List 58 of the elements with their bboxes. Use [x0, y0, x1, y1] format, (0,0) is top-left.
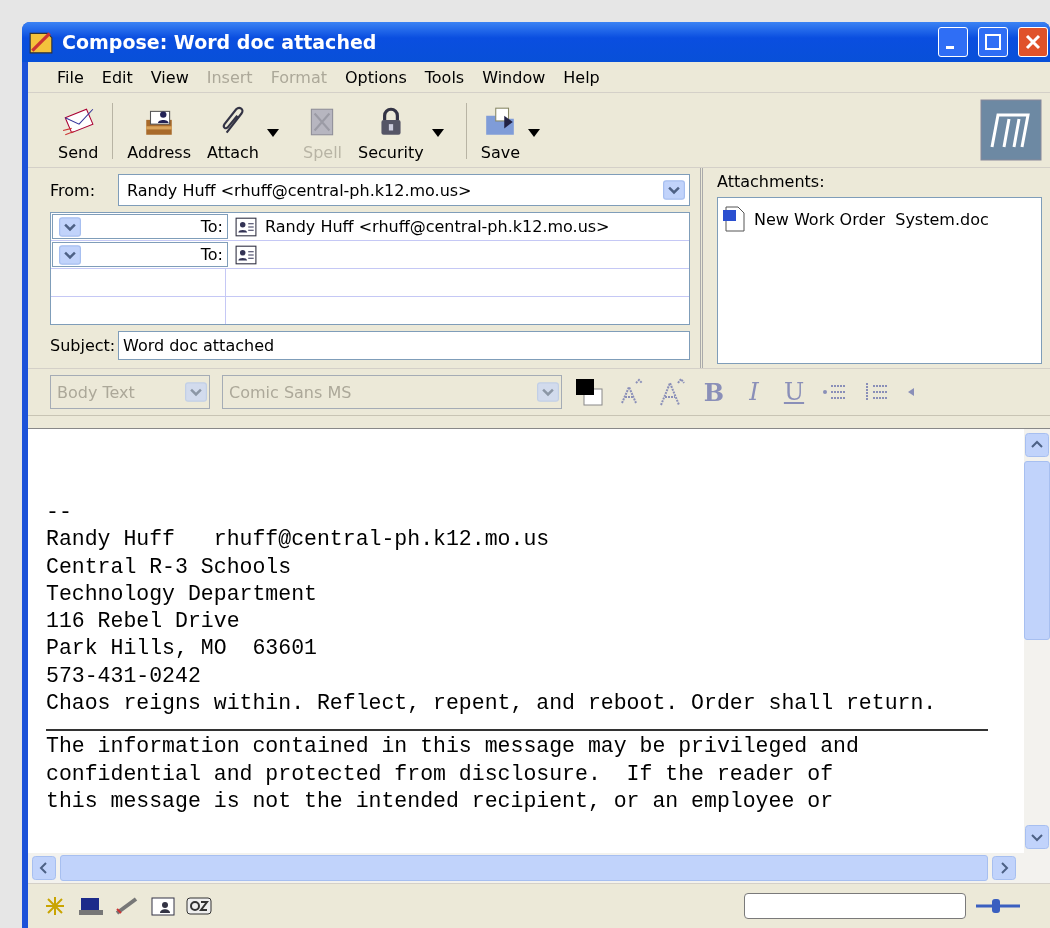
- signature-line: Central R-3 Schools: [46, 553, 293, 581]
- from-label: From:: [50, 180, 97, 200]
- menu-item[interactable]: Window: [475, 65, 553, 89]
- window-title: Compose: Word doc attached: [62, 31, 378, 53]
- scroll-up-button[interactable]: [1025, 433, 1049, 457]
- recipient-type-dropdown[interactable]: To:: [52, 242, 228, 267]
- scroll-left-button[interactable]: [32, 856, 56, 880]
- disclaimer-line: this message is not the intended recipient, or an employee or: [46, 787, 835, 815]
- disclaimer-line: confidential and protected from disclosure. If the reader of: [46, 760, 835, 788]
- signature-line: Technology Department: [46, 580, 318, 608]
- attachments-label: Attachments:: [717, 172, 826, 191]
- scrollbar-thumb[interactable]: [60, 855, 988, 881]
- signature-line: Randy Huff rhuff@central-ph.k12.mo.us: [46, 526, 551, 554]
- chevron-icon[interactable]: [59, 243, 81, 266]
- attachment-name[interactable]: New Work Order System.doc: [754, 209, 989, 229]
- scroll-down-button[interactable]: [1025, 825, 1049, 849]
- pen-icon[interactable]: [114, 895, 140, 917]
- scroll-right-button[interactable]: [992, 856, 1016, 880]
- scrollbar-thumb[interactable]: [1024, 461, 1050, 640]
- address-card-icon[interactable]: [235, 216, 257, 237]
- recipient-type-dropdown[interactable]: To:: [52, 214, 228, 239]
- menu-item[interactable]: Options: [338, 65, 414, 89]
- toolbar-button[interactable]: Address: [119, 101, 199, 167]
- disclaimer-line: The information contained in this message may be privileged and: [46, 733, 860, 761]
- toolbar-button[interactable]: Send: [50, 101, 107, 167]
- larger-font-icon[interactable]: [658, 377, 688, 407]
- from-dropdown[interactable]: Randy Huff <rhuff@central-ph.k12.mo.us>: [118, 174, 690, 206]
- toolbar-button[interactable]: Save: [472, 101, 528, 167]
- menu-item[interactable]: Edit: [94, 65, 140, 89]
- address-card-icon[interactable]: [150, 895, 176, 917]
- toolbar-button[interactable]: Security: [350, 101, 432, 167]
- address-card-icon[interactable]: [235, 244, 257, 265]
- subject-field[interactable]: Word doc attached: [118, 331, 690, 360]
- menu-item[interactable]: File: [50, 65, 91, 89]
- dropdown-arrow-icon[interactable]: [266, 129, 279, 137]
- menu-item[interactable]: Help: [556, 65, 607, 89]
- maximize-button[interactable]: [978, 27, 1008, 57]
- dropdown-arrow-icon[interactable]: [431, 129, 444, 137]
- pen-icon: [28, 29, 54, 55]
- signature-line: 573-431-0242: [46, 662, 202, 690]
- signature-line: --: [46, 499, 73, 526]
- dropdown-arrow-icon[interactable]: [528, 129, 540, 137]
- signature-line: 116 Rebel Drive: [46, 608, 241, 636]
- document-icon: [722, 206, 746, 232]
- plug-icon[interactable]: [976, 896, 1020, 916]
- chevron-icon[interactable]: [59, 215, 81, 238]
- text-color-icon[interactable]: [574, 377, 604, 407]
- minimize-button[interactable]: [938, 27, 968, 57]
- signature-line: Park Hills, MO 63601: [46, 635, 318, 663]
- computer-icon[interactable]: [78, 895, 104, 917]
- menu-item[interactable]: Tools: [417, 65, 472, 89]
- recipient-field[interactable]: Randy Huff <rhuff@central-ph.k12.mo.us>: [265, 217, 610, 236]
- subject-label: Subject:: [50, 336, 112, 355]
- logo-icon: [980, 99, 1042, 161]
- menu-item[interactable]: View: [143, 65, 196, 89]
- close-button[interactable]: [1018, 27, 1048, 57]
- toolbar-button[interactable]: Attach: [199, 101, 267, 167]
- signature-line: Chaos reigns within. Reflect, repent, and reboot. Order shall return.: [46, 690, 938, 718]
